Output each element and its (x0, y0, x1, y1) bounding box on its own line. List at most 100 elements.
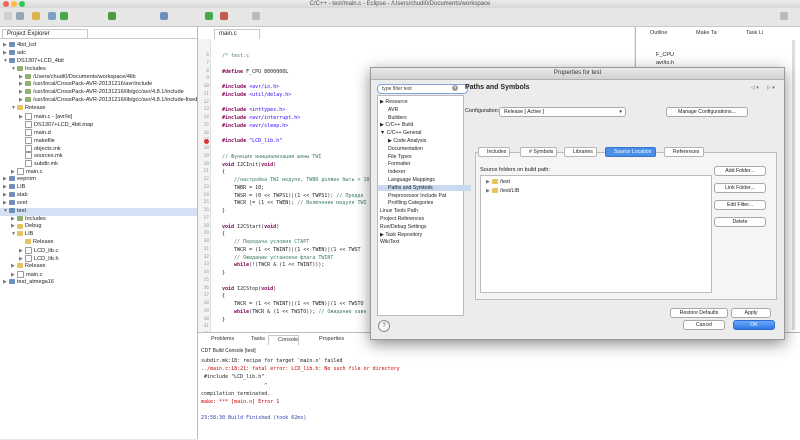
tab-includes[interactable]: Includes (478, 147, 511, 157)
tree-item[interactable]: subdir.mk (0, 160, 197, 168)
debug-run-icon[interactable] (160, 12, 168, 20)
forward-arrow-icon[interactable]: ▷ ▾ (767, 85, 775, 91)
tree-item[interactable]: ▶ Release (0, 263, 197, 271)
save-icon[interactable] (16, 12, 24, 20)
manage-configurations-button[interactable]: Manage Configurations... (666, 107, 748, 117)
tree-item[interactable]: ▶ 4bit_lcd (0, 42, 197, 50)
list-item[interactable]: ▶/test/LIB (486, 188, 519, 194)
ok-button[interactable]: OK (733, 320, 775, 330)
tab-libraries[interactable]: Libraries (564, 147, 597, 157)
outline-item[interactable]: F_CPU (656, 52, 674, 58)
tree-item[interactable]: Release (0, 239, 197, 247)
run-config-icon[interactable] (205, 12, 213, 20)
tree-item[interactable]: ▶ LCD_lib.c (0, 247, 197, 255)
tree-item[interactable]: ▶/usr/local/CrossPack-AVR-20131216/lib/g… (0, 97, 197, 105)
tree-item[interactable]: sources.mk (0, 152, 197, 160)
scrollbar[interactable] (792, 40, 795, 330)
properties-tree-item[interactable]: Formatter (388, 161, 410, 167)
external-tools-icon[interactable] (220, 12, 228, 20)
configuration-select[interactable]: Release [ Active ] ▾ (499, 107, 626, 117)
properties-tree-item[interactable]: Builders (388, 115, 407, 121)
tab-make-targets[interactable]: Make Ta (686, 29, 717, 38)
tree-item[interactable]: ▶ main.c - [avr/le] (0, 113, 197, 121)
avr-upload-icon[interactable] (108, 12, 116, 20)
tab-main-c[interactable]: main.c (214, 29, 260, 39)
tree-item-label: /usr/local/CrossPack-AVR-20131216/lib/gc… (33, 97, 197, 104)
tree-item[interactable]: ▶ stab (0, 192, 197, 200)
properties-tree-item[interactable]: Linux Tools Path (380, 208, 418, 214)
line-number: 9 (206, 76, 209, 82)
restore-defaults-button[interactable]: Restore Defaults (670, 308, 728, 318)
debug-icon[interactable] (48, 12, 56, 20)
tree-item[interactable]: main.d (0, 128, 197, 137)
tab-symbols[interactable]: # Symbols (520, 147, 558, 157)
properties-tree-item[interactable]: Profiling Categories (388, 200, 433, 206)
properties-tree-item[interactable]: Indexer (388, 169, 405, 175)
tree-item[interactable]: ▶ svet (0, 200, 197, 208)
tree-item[interactable]: ▼ test (0, 207, 197, 216)
properties-tree-item[interactable]: Run/Debug Settings (380, 224, 426, 230)
tab-references[interactable]: References (664, 147, 704, 157)
properties-tree-item[interactable]: File Types (388, 154, 412, 160)
properties-tree-item[interactable]: ▶ Task Repository (380, 232, 422, 238)
properties-tree-item[interactable]: WikiText (380, 239, 399, 245)
run-icon[interactable] (60, 12, 68, 20)
tree-item[interactable]: DS1307+LCD_4bit.map (0, 120, 197, 129)
tree-item[interactable]: makefile (0, 136, 197, 145)
project-icon (9, 207, 15, 213)
edit-filter-button[interactable]: Edit Filter... (714, 200, 766, 210)
build-icon[interactable] (32, 12, 40, 20)
tree-item[interactable]: ▶ test_atmega16 (0, 279, 197, 287)
new-icon[interactable] (4, 12, 12, 20)
properties-tree-item[interactable]: ▶ Resource (380, 99, 408, 105)
properties-tree-item[interactable]: Paths and Symbols (378, 184, 471, 191)
properties-tree-item[interactable]: Preprocessor Include Pat (388, 193, 446, 199)
tab-problems[interactable]: Problems (202, 335, 234, 344)
console-line: 23:58:30 Build Finished (took 62ms) (201, 415, 307, 422)
add-folder-button[interactable]: Add Folder... (714, 166, 766, 176)
tree-item[interactable]: ▶ eeprom (0, 176, 197, 184)
properties-tree-item[interactable]: ▶ Code Analysis (388, 138, 426, 144)
help-icon[interactable]: ? (378, 320, 390, 332)
tree-item[interactable]: ▶ LIB (0, 184, 197, 192)
search-icon[interactable] (252, 12, 260, 20)
properties-tree-item[interactable]: ▶ C/C++ Build (380, 122, 413, 128)
properties-tree-item[interactable]: Documentation (388, 146, 423, 152)
outline-item[interactable]: avr/io.h (656, 60, 674, 66)
tree-item[interactable]: ▶/usr/local/CrossPack-AVR-20131216/avr/i… (0, 81, 197, 89)
tree-item[interactable]: ▶ Debug (0, 223, 197, 231)
tree-item[interactable]: ▼ Release (0, 105, 197, 113)
properties-tree-item[interactable]: Project References (380, 216, 424, 222)
tree-item[interactable]: ▶ main.c (0, 168, 197, 176)
tab-console[interactable]: Console (268, 335, 300, 345)
tree-item[interactable]: ▼ DS1307+LCD_4bit (0, 58, 197, 66)
tree-item[interactable]: ▶ main.c (0, 270, 197, 279)
tab-properties[interactable]: Properties (310, 335, 344, 344)
tree-item[interactable]: ▼ LIB (0, 231, 197, 239)
line-number: 8 (206, 68, 209, 74)
back-arrow-icon[interactable]: ◁ ▾ (751, 85, 759, 91)
tree-item[interactable]: ▶/Users/chudi0/Documents/workspace/4lib (0, 74, 197, 82)
delete-button[interactable]: Delete (714, 217, 766, 227)
properties-tree-item[interactable]: Language Mappings (388, 177, 435, 183)
perspective-icon[interactable] (780, 12, 788, 20)
code-line: // Функция инициализации шины TWI (222, 153, 322, 160)
link-folder-button[interactable]: Link Folder... (714, 183, 766, 193)
tab-outline[interactable]: Outline (640, 29, 667, 38)
tree-item[interactable]: ▶/usr/local/CrossPack-AVR-20131216/lib/g… (0, 89, 197, 97)
apply-button[interactable]: Apply (731, 308, 771, 318)
tab-task-list[interactable]: Task Li (736, 29, 763, 38)
tree-item[interactable]: ▶ Includes (0, 216, 197, 224)
properties-tree-item[interactable]: ▼ C/C++ General (380, 130, 421, 136)
tree-item[interactable]: ▼ Includes (0, 66, 197, 74)
line-number: 37 (203, 293, 209, 299)
tree-item[interactable]: ▶ LCD_lib.h (0, 255, 197, 263)
cancel-button[interactable]: Cancel (683, 320, 725, 330)
tree-item[interactable]: ▶ adc (0, 50, 197, 58)
tab-source-location[interactable]: Source Location (605, 147, 656, 157)
tree-item[interactable]: objects.mk (0, 144, 197, 153)
clear-filter-icon[interactable]: × (452, 85, 458, 91)
tab-tasks[interactable]: Tasks (242, 335, 265, 344)
list-item[interactable]: ▶/test (486, 179, 510, 185)
properties-tree-item[interactable]: AVR (388, 107, 398, 113)
